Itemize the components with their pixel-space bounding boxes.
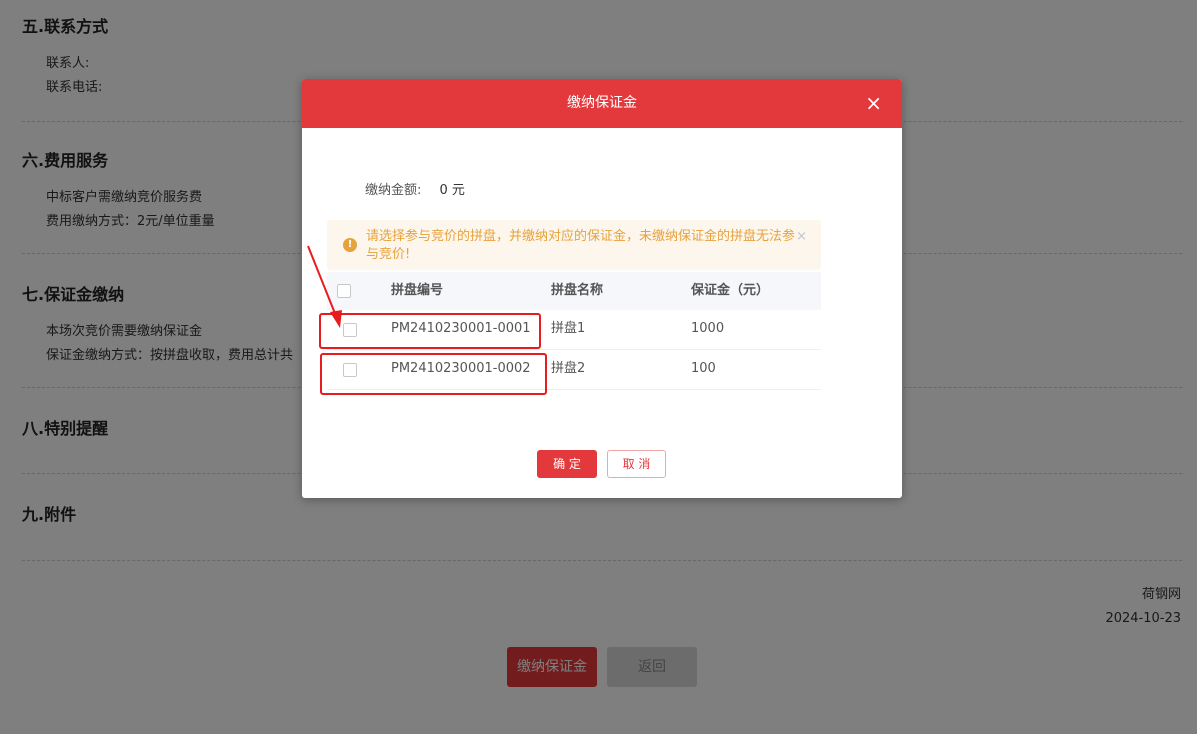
annotation-arrow-icon [307, 245, 342, 328]
